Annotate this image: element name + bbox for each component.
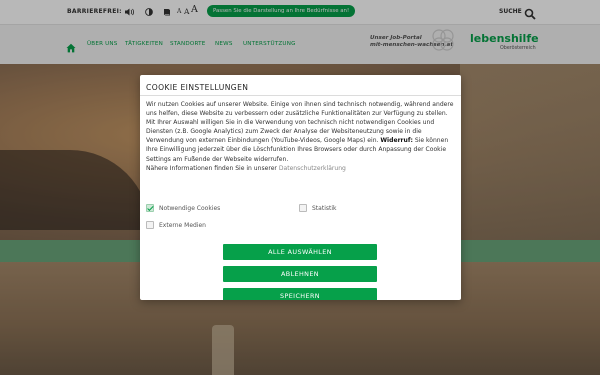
privacy-policy-link[interactable]: Datenschutzerklärung bbox=[279, 165, 346, 172]
accept-all-button[interactable]: ALLE AUSWÄHLEN bbox=[223, 244, 377, 260]
reject-button[interactable]: ABLEHNEN bbox=[223, 266, 377, 282]
checkbox-statistics[interactable] bbox=[299, 204, 307, 212]
checkbox-necessary[interactable] bbox=[146, 204, 154, 212]
option-external-media[interactable]: Externe Medien bbox=[146, 221, 206, 229]
cookie-withdraw-label: Widerruf: bbox=[380, 137, 413, 145]
option-necessary-cookies[interactable]: Notwendige Cookies bbox=[146, 204, 220, 212]
cookie-dialog: COOKIE EINSTELLUNGEN Wir nutzen Cookies … bbox=[140, 75, 461, 300]
save-button[interactable]: SPEICHERN bbox=[223, 288, 377, 300]
cookie-dialog-text: Wir nutzen Cookies auf unserer Website. … bbox=[146, 100, 456, 173]
checkbox-external-media[interactable] bbox=[146, 221, 154, 229]
option-label: Externe Medien bbox=[159, 221, 206, 229]
divider bbox=[140, 95, 461, 96]
cookie-more-info: Nähere Informationen finden Sie in unser… bbox=[146, 164, 277, 172]
cookie-dialog-title: COOKIE EINSTELLUNGEN bbox=[146, 83, 249, 92]
option-label: Notwendige Cookies bbox=[159, 204, 221, 212]
option-label: Statistik bbox=[312, 204, 337, 212]
option-statistics[interactable]: Statistik bbox=[299, 204, 336, 212]
